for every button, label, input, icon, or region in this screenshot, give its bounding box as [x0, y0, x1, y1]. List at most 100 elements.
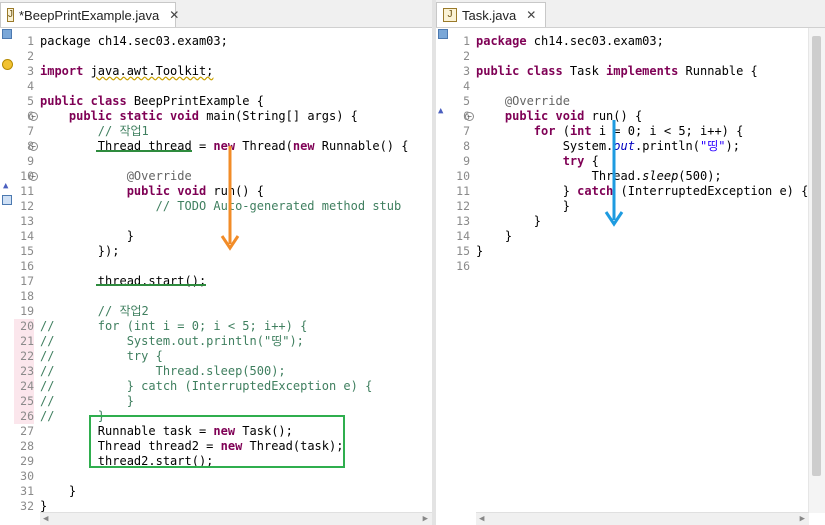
code-line: thread.start(); [40, 274, 206, 289]
code-token: main(String[] args) { [206, 109, 358, 123]
line-number: 14 [20, 229, 34, 243]
code-line: @Override [40, 169, 192, 184]
code-token: System. [476, 139, 614, 153]
code-token: // try { [40, 349, 163, 363]
line-number: 1 [463, 34, 470, 48]
code-token: .println( [634, 139, 700, 153]
line-number: 32 [20, 499, 34, 513]
close-icon[interactable]: ✕ [526, 8, 536, 22]
line-number: 29 [20, 454, 34, 468]
java-file-icon: J [7, 8, 14, 22]
override-marker-icon[interactable]: ▲ [3, 181, 8, 191]
fold-toggle-icon[interactable]: − [29, 112, 38, 121]
code-line: @Override [476, 94, 570, 109]
code-line: } [476, 244, 483, 259]
line-number: 15 [20, 244, 34, 258]
code-token: @Override [40, 169, 192, 183]
line-number: 16 [456, 259, 470, 273]
code-token: // 작업2 [40, 304, 149, 318]
code-token: // System.out.println("띵"); [40, 334, 304, 348]
code-token: } [476, 229, 513, 243]
line-number: 23 [14, 364, 34, 379]
code-line: // Thread.sleep(500); [40, 364, 286, 379]
code-line: // } [40, 394, 134, 409]
code-line: for (int i = 0; i < 5; i++) { [476, 124, 744, 139]
vertical-scrollbar-right[interactable] [808, 28, 825, 513]
close-icon[interactable]: ✕ [169, 8, 179, 22]
code-editor-right[interactable]: 1 package ch14.sec03.exam03; 2 3 public clas… [436, 28, 825, 513]
code-line: public class BeepPrintExample { [40, 94, 264, 109]
scroll-right-arrow-icon[interactable]: ▶ [423, 513, 428, 525]
code-token: new [292, 139, 322, 153]
override-marker-icon[interactable]: ▲ [438, 106, 443, 116]
code-line: import java.awt.Toolkit; [40, 64, 213, 79]
code-line: } catch (InterruptedException e) { [476, 184, 809, 199]
code-token: BeepPrintExample { [133, 94, 264, 108]
editor-pane-right: J Task.java ✕ 1 package ch14.sec03.exam03… [436, 0, 825, 525]
code-token: } [476, 214, 542, 228]
horizontal-scrollbar-right[interactable]: ◀ ▶ [476, 512, 809, 525]
code-token: // TODO Auto-generated method stub [40, 199, 402, 213]
code-token: "띵" [700, 139, 726, 153]
code-line: // 작업1 [40, 124, 149, 139]
scroll-right-arrow-icon[interactable]: ▶ [800, 513, 805, 525]
fold-toggle-icon[interactable]: − [29, 172, 38, 181]
code-token: package [476, 34, 534, 48]
code-token: Thread( [242, 139, 293, 153]
line-number: 27 [20, 424, 34, 438]
code-token: import [40, 64, 91, 78]
line-number: 9 [27, 154, 34, 168]
line-number: 5 [27, 94, 34, 108]
scroll-left-arrow-icon[interactable]: ◀ [479, 513, 484, 525]
line-number: 17 [20, 274, 34, 288]
code-token: i = 0; i < 5; i++) { [598, 124, 744, 138]
tab-task[interactable]: J Task.java ✕ [436, 2, 546, 27]
code-token: out [613, 139, 635, 153]
code-line: System.out.println("띵"); [476, 139, 740, 154]
code-token: // Thread.sleep(500); [40, 364, 286, 378]
line-number: 26 [14, 409, 34, 424]
code-line: // try { [40, 349, 163, 364]
fold-toggle-icon[interactable]: − [465, 112, 474, 121]
horizontal-scrollbar-left[interactable]: ◀ ▶ [40, 512, 432, 525]
scrollbar-thumb[interactable] [812, 36, 821, 476]
line-number: 9 [463, 154, 470, 168]
code-line: } [476, 214, 541, 229]
code-token: for [533, 124, 563, 138]
line-number: 24 [14, 379, 34, 394]
code-line: } [40, 229, 134, 244]
line-number: 11 [456, 184, 470, 198]
code-line: try { [476, 154, 599, 169]
code-token: } [476, 184, 578, 198]
code-token: // } catch (InterruptedException e) { [40, 379, 373, 393]
task-marker-icon[interactable] [2, 195, 12, 205]
green-underline-thread-decl [96, 150, 192, 152]
green-box-runnable-task [89, 415, 345, 468]
code-token: Thread. [476, 169, 643, 183]
warning-icon[interactable] [2, 59, 13, 70]
code-token: } [476, 199, 570, 213]
code-token: (500); [678, 169, 722, 183]
bookmark-icon[interactable] [2, 29, 12, 39]
code-token: ); [725, 139, 740, 153]
scroll-left-arrow-icon[interactable]: ◀ [43, 513, 48, 525]
code-token: int [569, 124, 599, 138]
code-line: } [40, 484, 76, 499]
code-token: } [40, 229, 134, 243]
code-token: (InterruptedException e) { [620, 184, 809, 198]
line-number: 13 [456, 214, 470, 228]
tab-beep-print-example[interactable]: J *BeepPrintExample.java ✕ [0, 2, 179, 27]
line-number: 8 [463, 139, 470, 153]
fold-toggle-icon[interactable]: − [29, 142, 38, 151]
line-number: 18 [20, 289, 34, 303]
line-number: 5 [463, 94, 470, 108]
code-token: try [562, 154, 592, 168]
code-token: Runnable() { [321, 139, 409, 153]
line-number: 10 [456, 169, 470, 183]
bookmark-icon[interactable] [438, 29, 448, 39]
code-line: }); [40, 244, 120, 259]
code-token: java.awt.Toolkit; [90, 64, 214, 78]
